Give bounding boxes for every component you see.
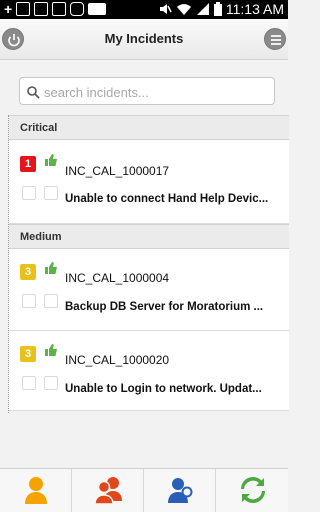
incident-description: Backup DB Server for Moratorium ...	[65, 301, 264, 313]
group-users-icon	[94, 477, 122, 505]
incident-id: INC_CAL_1000020	[65, 353, 170, 367]
incident-checkbox[interactable]	[44, 376, 58, 390]
team-incidents-tab[interactable]	[72, 469, 144, 512]
page-title: My Incidents	[104, 31, 184, 46]
priority-badge: 3	[20, 346, 36, 362]
status-bar: + 11:13 AM	[0, 0, 288, 19]
image-icon	[34, 2, 49, 16]
incident-checkbox[interactable]	[44, 294, 58, 308]
incident-row[interactable]: 3 INC_CAL_1000020 Unable to Login to net…	[9, 331, 289, 411]
search-user-tab[interactable]	[144, 469, 216, 512]
dominos-icon	[88, 3, 107, 15]
search-input[interactable]	[44, 82, 270, 102]
incident-checkbox[interactable]	[44, 186, 58, 200]
thumbs-up-icon	[45, 344, 57, 356]
status-bar-system: 11:13 AM	[158, 1, 284, 17]
plus-icon: +	[4, 1, 13, 17]
user-search-icon	[168, 478, 193, 503]
battery-icon	[213, 2, 222, 16]
gmail-icon	[16, 2, 31, 16]
menu-icon	[271, 35, 281, 45]
incident-list: Critical 1 INC_CAL_1000017 Unable to con…	[8, 115, 289, 413]
incident-row[interactable]: 1 INC_CAL_1000017 Unable to connect Hand…	[9, 140, 289, 224]
status-time: 11:13 AM	[225, 1, 284, 17]
sync-arrows-icon	[240, 476, 266, 504]
incident-id: INC_CAL_1000017	[65, 164, 170, 178]
thumbs-up-icon	[45, 262, 57, 274]
app-header: My Incidents	[0, 19, 288, 60]
sync-tab[interactable]	[216, 469, 288, 512]
incident-description: Unable to connect Hand Help Devic...	[65, 193, 269, 205]
viber-icon	[70, 2, 85, 16]
section-header-medium: Medium	[9, 224, 289, 249]
menu-button[interactable]	[264, 28, 286, 50]
priority-badge: 1	[20, 156, 36, 172]
mute-icon	[159, 4, 172, 14]
incident-description: Unable to Login to network. Updat...	[65, 383, 262, 395]
thumbs-up-icon	[45, 154, 57, 166]
search-box[interactable]	[19, 77, 275, 105]
status-bar-notifications: +	[4, 1, 107, 17]
incident-id: INC_CAL_1000004	[65, 271, 170, 285]
incident-checkbox[interactable]	[22, 294, 36, 308]
section-header-critical: Critical	[9, 115, 289, 140]
single-user-icon	[25, 477, 47, 504]
signal-icon	[196, 3, 209, 15]
incident-checkbox[interactable]	[22, 186, 36, 200]
my-incidents-tab[interactable]	[0, 469, 72, 512]
priority-badge: 3	[20, 264, 36, 280]
incident-row[interactable]: 3 INC_CAL_1000004 Backup DB Server for M…	[9, 249, 289, 331]
bottom-tab-bar	[0, 468, 288, 512]
play-icon	[52, 2, 67, 16]
incident-checkbox[interactable]	[22, 376, 36, 390]
search-icon	[27, 86, 40, 99]
wifi-icon	[176, 4, 191, 15]
